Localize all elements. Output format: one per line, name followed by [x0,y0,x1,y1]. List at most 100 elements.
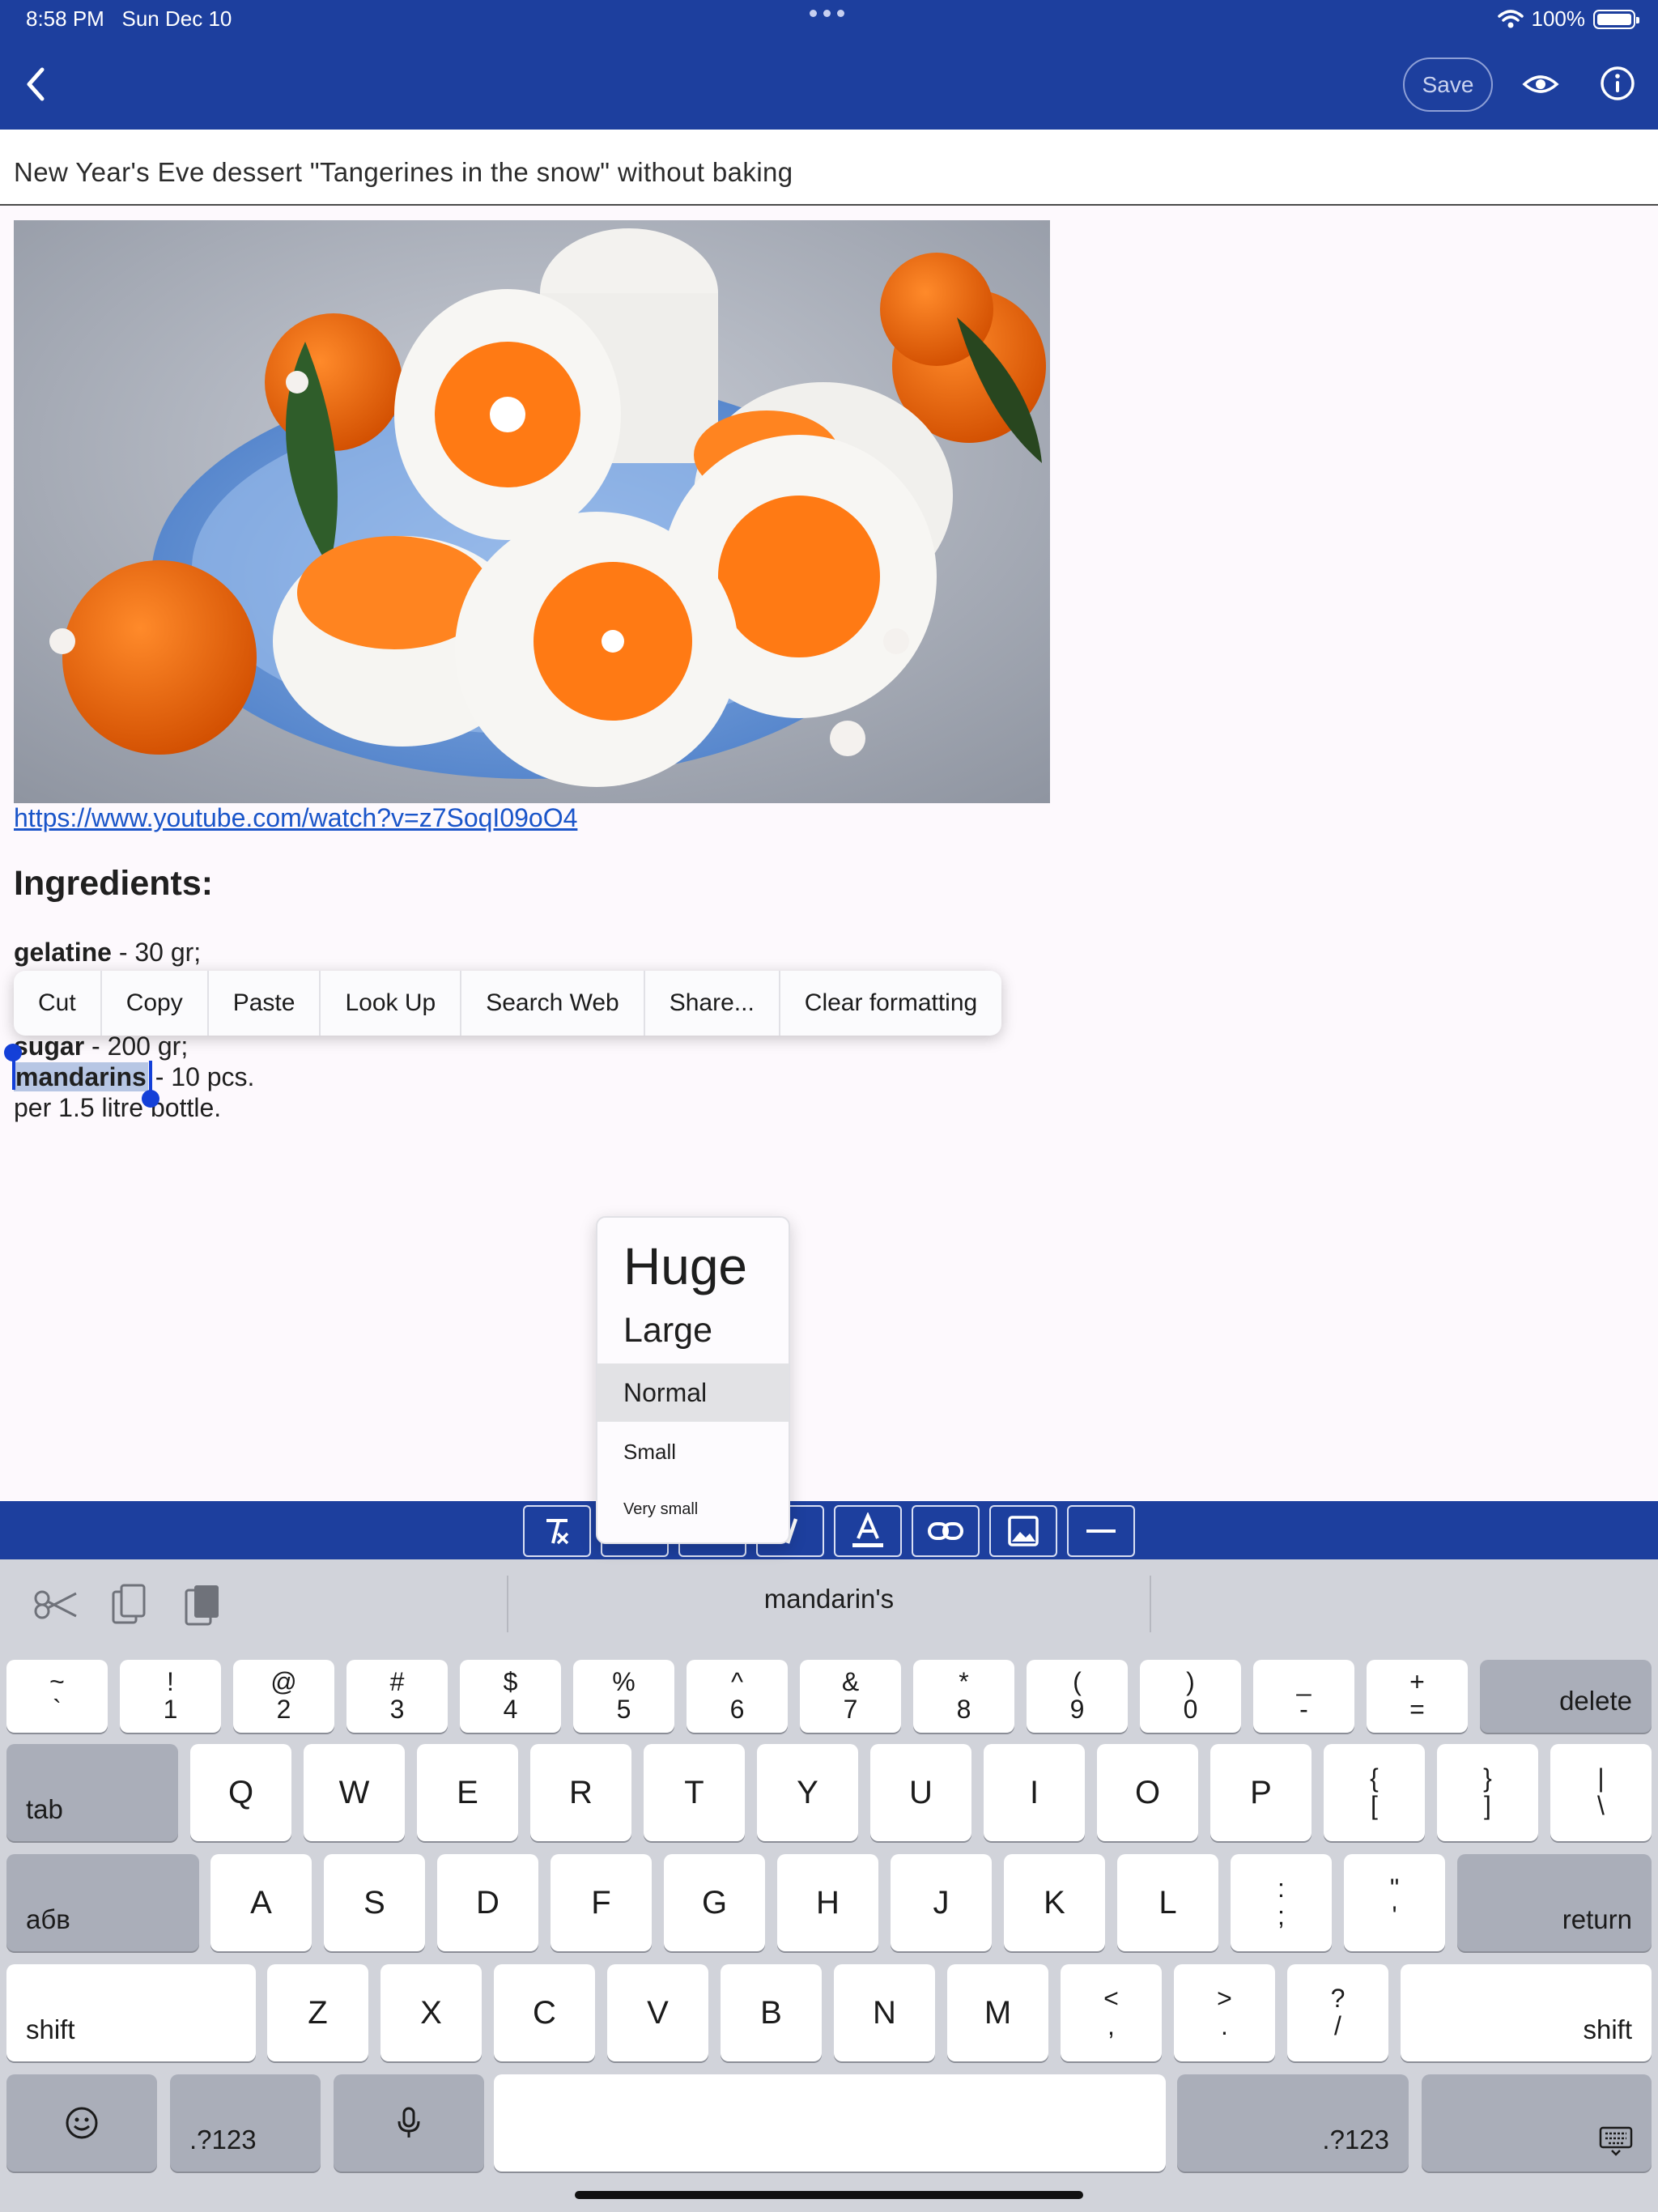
key-bracket-left[interactable]: {[ [1324,1744,1425,1841]
key-7[interactable]: & 7 [800,1660,901,1733]
horizontal-rule-button[interactable] [1067,1505,1135,1557]
key-semicolon[interactable]: :; [1231,1854,1332,1951]
key-bracket-right[interactable]: }] [1437,1744,1538,1841]
key-4[interactable]: $4 [460,1660,561,1733]
numbers-key-right[interactable]: .?123 [1177,2074,1409,2172]
selection-end-handle[interactable] [142,1090,159,1108]
key-k[interactable]: K [1004,1854,1105,1951]
selection-start-handle[interactable] [4,1044,22,1061]
delete-key[interactable]: delete [1480,1660,1652,1733]
insert-link-button[interactable] [912,1505,980,1557]
key-s[interactable]: S [324,1854,425,1951]
key-5[interactable]: % 5 [573,1660,674,1733]
key-p[interactable]: P [1210,1744,1312,1841]
key-i[interactable]: I [984,1744,1085,1841]
battery-percent: 100% [1531,6,1586,31]
size-option-normal[interactable]: Normal [597,1363,789,1422]
key-0[interactable]: ) 0 [1140,1660,1241,1733]
key-t[interactable]: T [644,1744,745,1841]
key-z[interactable]: Z [267,1964,368,2061]
key-g[interactable]: G [664,1854,765,1951]
key-6[interactable]: ^ 6 [687,1660,788,1733]
preview-eye-icon[interactable] [1522,70,1559,99]
hide-keyboard-key[interactable] [1422,2074,1652,2172]
key-y[interactable]: Y [757,1744,858,1841]
key-b[interactable]: B [721,1964,822,2061]
key-8[interactable]: * 8 [913,1660,1014,1733]
key-f[interactable]: F [551,1854,652,1951]
youtube-link[interactable]: https://www.youtube.com/watch?v=z7SoqI09… [14,803,577,833]
paste-icon[interactable] [180,1580,225,1629]
language-switch-key[interactable]: абв [6,1854,199,1951]
key-m[interactable]: M [947,1964,1048,2061]
key-v[interactable]: V [607,1964,708,2061]
key-2[interactable]: @2 [233,1660,334,1733]
key-1[interactable]: ! 1 [120,1660,221,1733]
key-quote[interactable]: " ' [1344,1854,1445,1951]
ingredient-name: sugar [14,1032,85,1061]
key-minus[interactable]: _ - [1253,1660,1354,1733]
note-title-field[interactable]: New Year's Eve dessert "Tangerines in th… [0,130,1658,206]
key-u[interactable]: U [870,1744,971,1841]
key-c[interactable]: C [494,1964,595,2061]
key-tilde[interactable]: ~ ` [6,1660,108,1733]
size-option-huge[interactable]: Huge [597,1236,789,1297]
save-button[interactable]: Save [1403,57,1493,112]
dictation-key[interactable] [334,2074,484,2172]
key-period[interactable]: >. [1174,1964,1275,2061]
home-indicator[interactable] [575,2191,1083,2199]
text-size-button[interactable] [834,1505,902,1557]
key-e[interactable]: E [417,1744,518,1841]
insert-image-button[interactable] [989,1505,1057,1557]
shift-right-key[interactable]: shift [1401,1964,1652,2061]
link-icon [928,1522,963,1540]
key-j[interactable]: J [891,1854,992,1951]
key-h[interactable]: H [777,1854,878,1951]
key-bottom-label: 0 [1183,1695,1198,1724]
key-o[interactable]: O [1097,1744,1198,1841]
ingredient-amount: - 10 pcs. [147,1062,255,1091]
size-option-very-small[interactable]: Very small [597,1485,789,1534]
dessert-photo[interactable] [14,220,1050,803]
key-slash[interactable]: ? / [1287,1964,1388,2061]
key-3[interactable]: #3 [346,1660,448,1733]
clear-formatting-menu-item[interactable]: Clear formatting [780,971,1001,1036]
search-web-menu-item[interactable]: Search Web [461,971,645,1036]
key-top-label: _ [1296,1667,1312,1697]
key-comma[interactable]: <, [1061,1964,1162,2061]
share-menu-item[interactable]: Share... [645,971,780,1036]
selected-text[interactable]: mandarins [14,1062,148,1091]
size-option-large[interactable]: Large [597,1305,789,1355]
key-r[interactable]: R [530,1744,631,1841]
clear-format-button[interactable] [523,1505,591,1557]
copy-menu-item[interactable]: Copy [102,971,209,1036]
key-w[interactable]: W [304,1744,405,1841]
key-9[interactable]: (9 [1027,1660,1128,1733]
cut-scissors-icon[interactable] [32,1580,78,1629]
autocorrect-suggestion[interactable]: mandarin's [507,1584,1151,1614]
size-option-small[interactable]: Small [597,1425,789,1478]
back-arrow-icon[interactable] [19,62,52,107]
key-q[interactable]: Q [190,1744,291,1841]
multitasking-dots-icon[interactable] [810,10,844,17]
key-x[interactable]: X [380,1964,482,2061]
tab-key[interactable]: tab [6,1744,178,1841]
key-n[interactable]: N [834,1964,935,2061]
shift-left-key[interactable]: shift [6,1964,256,2061]
numbers-key-left[interactable]: .?123 [170,2074,321,2172]
look-up-menu-item[interactable]: Look Up [321,971,462,1036]
paste-menu-item[interactable]: Paste [209,971,321,1036]
key-l[interactable]: L [1117,1854,1218,1951]
key-equals[interactable]: + = [1367,1660,1468,1733]
key-a[interactable]: A [210,1854,312,1951]
key-top-label: { [1370,1763,1379,1793]
space-bar[interactable] [494,2074,1166,2172]
copy-icon[interactable] [107,1580,152,1629]
emoji-key[interactable] [6,2074,157,2172]
key-backslash[interactable]: | \ [1550,1744,1652,1841]
cut-menu-item[interactable]: Cut [14,971,102,1036]
key-d[interactable]: D [437,1854,538,1951]
return-key[interactable]: return [1457,1854,1652,1951]
info-icon[interactable] [1600,66,1635,101]
key-bottom-label: \ [1597,1791,1605,1820]
